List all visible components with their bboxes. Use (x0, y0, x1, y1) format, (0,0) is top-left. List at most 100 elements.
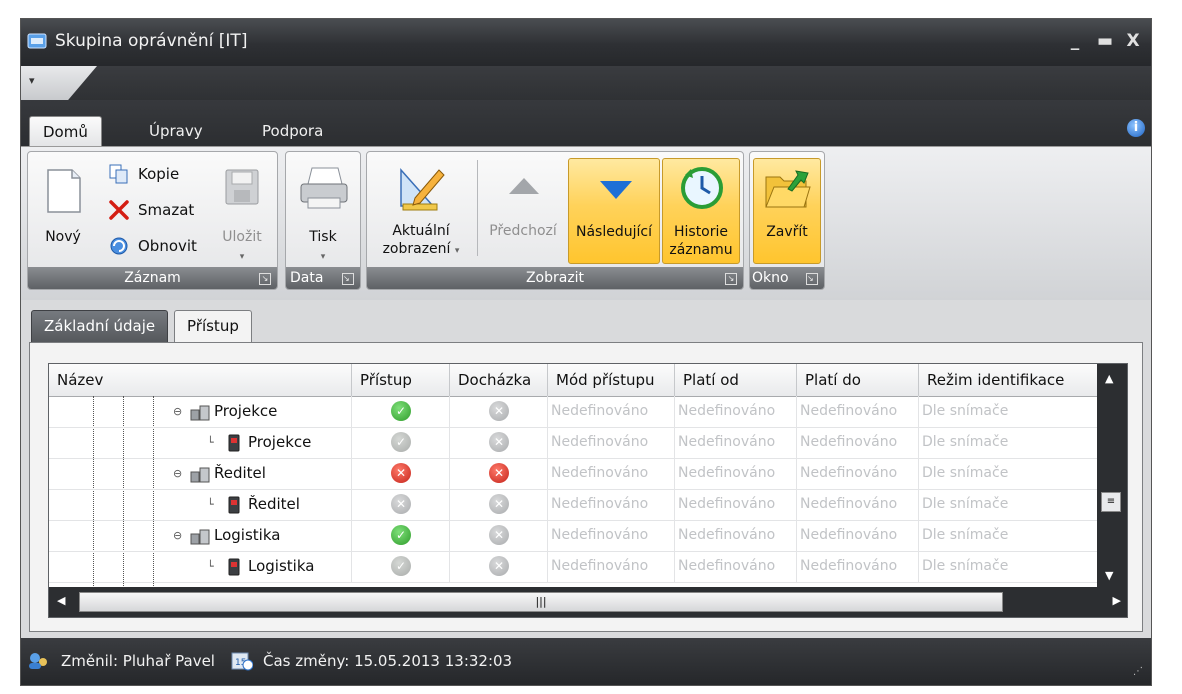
prev-button[interactable]: Předchozí (483, 158, 563, 264)
horizontal-scrollbar[interactable]: ◀ ||| ▶ (49, 587, 1127, 617)
col-mod-pristupu[interactable]: Mód přístupu (548, 364, 675, 396)
mode-cell[interactable]: Nedefinováno (548, 489, 675, 520)
refresh-icon (110, 237, 128, 255)
to-cell[interactable]: Nedefinováno (797, 396, 919, 427)
scroll-left-icon[interactable]: ◀ (57, 594, 65, 607)
ident-cell[interactable]: Dle snímače (919, 489, 1099, 520)
close-record-button[interactable]: Zavřít (753, 158, 821, 264)
minimize-button[interactable]: _ (1061, 29, 1089, 53)
cross-icon: ✕ (489, 556, 509, 576)
table-row[interactable]: └ Projekce ✓ ✕ Nedefinováno Nedefinováno Nedef… (49, 427, 1099, 459)
next-button[interactable]: Následující (568, 158, 660, 264)
zobrazit-launcher-icon[interactable]: ↘ (725, 273, 737, 285)
copy-button[interactable]: Kopie (108, 162, 218, 186)
group-okno: Zavřít Okno ↘ (749, 151, 825, 290)
scroll-up-icon[interactable]: ▲ (1105, 372, 1113, 385)
tab-domu[interactable]: Domů (29, 116, 102, 147)
history-button[interactable]: Historie záznamu (662, 158, 740, 264)
attendance-cell[interactable]: ✕ (450, 520, 548, 551)
tab-zakladni-udaje[interactable]: Základní údaje (31, 310, 169, 342)
maximize-button[interactable]: ▬ (1091, 29, 1119, 53)
from-cell[interactable]: Nedefinováno (675, 520, 797, 551)
to-cell[interactable]: Nedefinováno (797, 489, 919, 520)
scroll-thumb-h[interactable]: ||| (79, 592, 1003, 612)
mode-cell[interactable]: Nedefinováno (548, 551, 675, 582)
access-cell[interactable]: ✓ (352, 396, 450, 427)
to-cell[interactable]: Nedefinováno (797, 551, 919, 582)
next-label: Následující (576, 224, 652, 240)
from-cell[interactable]: Nedefinováno (675, 396, 797, 427)
ribbon: Nový Kopie Smazat Obnovit Uložit ▾ Zázna… (21, 146, 1151, 301)
col-plati-do[interactable]: Platí do (797, 364, 919, 396)
access-cell[interactable]: ✓ (352, 520, 450, 551)
from-cell[interactable]: Nedefinováno (675, 551, 797, 582)
current-view-dropdown-icon: ▾ (454, 246, 460, 256)
scroll-thumb-v[interactable]: ≡ (1101, 492, 1121, 512)
grid-header: Název Přístup Docházka Mód přístupu Plat… (49, 364, 1127, 397)
new-button[interactable]: Nový (32, 158, 94, 264)
to-cell[interactable]: Nedefinováno (797, 427, 919, 458)
mode-cell[interactable]: Nedefinováno (548, 427, 675, 458)
mode-cell[interactable]: Nedefinováno (548, 458, 675, 489)
ident-cell[interactable]: Dle snímače (919, 458, 1099, 489)
access-cell[interactable]: ✕ (352, 489, 450, 520)
col-plati-od[interactable]: Platí od (675, 364, 797, 396)
title-bar: Skupina oprávnění [IT] _ ▬ X (21, 19, 1151, 66)
save-button[interactable]: Uložit ▾ (214, 158, 270, 264)
scroll-down-icon[interactable]: ▼ (1105, 569, 1113, 582)
ident-cell[interactable]: Dle snímače (919, 520, 1099, 551)
info-icon[interactable]: i (1127, 119, 1145, 137)
access-cell[interactable]: ✓ (352, 427, 450, 458)
from-cell[interactable]: Nedefinováno (675, 489, 797, 520)
refresh-button[interactable]: Obnovit (108, 234, 218, 258)
customize-qat-icon[interactable]: ▾ (29, 74, 35, 87)
zaznam-launcher-icon[interactable]: ↘ (259, 273, 271, 285)
to-cell[interactable]: Nedefinováno (797, 520, 919, 551)
cross-icon: ✕ (391, 463, 411, 483)
table-row[interactable]: ⊖ Logistika ✓ ✕ Nedefinováno Nedefinováno Nede… (49, 520, 1099, 552)
attendance-cell[interactable]: ✕ (450, 551, 548, 582)
from-cell[interactable]: Nedefinováno (675, 458, 797, 489)
col-dochazka[interactable]: Docházka (450, 364, 548, 396)
print-button[interactable]: Tisk ▾ (290, 158, 356, 264)
table-row[interactable]: └ Logistika ✓ ✕ Nedefinováno Nedefinováno Nede… (49, 551, 1099, 583)
current-view-button[interactable]: Aktuální zobrazení ▾ (371, 158, 471, 264)
table-row[interactable]: └ Ředitel ✕ ✕ Nedefinováno Nedefinováno Nedefi… (49, 489, 1099, 521)
check-icon: ✓ (391, 556, 411, 576)
from-cell[interactable]: Nedefinováno (675, 427, 797, 458)
mode-cell[interactable]: Nedefinováno (548, 520, 675, 551)
delete-button[interactable]: Smazat (108, 198, 218, 222)
attendance-cell[interactable]: ✕ (450, 489, 548, 520)
attendance-cell[interactable]: ✕ (450, 396, 548, 427)
check-icon: ✓ (391, 401, 411, 421)
mode-cell[interactable]: Nedefinováno (548, 396, 675, 427)
table-row[interactable]: ⊖ Projekce ✓ ✕ Nedefinováno Nedefinováno Nedef… (49, 396, 1099, 428)
access-cell[interactable]: ✓ (352, 551, 450, 582)
copy-label: Kopie (138, 165, 180, 183)
close-record-label: Zavřít (766, 224, 808, 240)
attendance-cell[interactable]: ✕ (450, 458, 548, 489)
check-icon: ✓ (391, 432, 411, 452)
table-row[interactable]: ⊖ Ředitel ✕ ✕ Nedefinováno Nedefinováno Nedefi… (49, 458, 1099, 490)
tab-podpora[interactable]: Podpora (249, 116, 336, 146)
name-column-border (49, 458, 352, 489)
ident-cell[interactable]: Dle snímače (919, 427, 1099, 458)
okno-launcher-icon[interactable]: ↘ (806, 273, 818, 285)
tab-pristup[interactable]: Přístup (174, 310, 252, 344)
scroll-right-icon[interactable]: ▶ (1113, 594, 1121, 607)
data-launcher-icon[interactable]: ↘ (342, 273, 354, 285)
tab-upravy[interactable]: Úpravy (136, 116, 216, 146)
col-nazev[interactable]: Název (49, 364, 352, 396)
col-pristup[interactable]: Přístup (352, 364, 450, 396)
group-data-label: Data ↘ (286, 267, 360, 289)
ident-cell[interactable]: Dle snímače (919, 551, 1099, 582)
resize-grip-icon[interactable]: ⋰ (1133, 666, 1143, 677)
name-column-border (49, 520, 352, 551)
attendance-cell[interactable]: ✕ (450, 427, 548, 458)
ident-cell[interactable]: Dle snímače (919, 396, 1099, 427)
col-rezim-identifikace[interactable]: Režim identifikace (919, 364, 1099, 396)
close-window-button[interactable]: X (1119, 29, 1147, 53)
vertical-scrollbar[interactable]: ▲ ≡ ▼ (1097, 364, 1127, 588)
to-cell[interactable]: Nedefinováno (797, 458, 919, 489)
access-cell[interactable]: ✕ (352, 458, 450, 489)
